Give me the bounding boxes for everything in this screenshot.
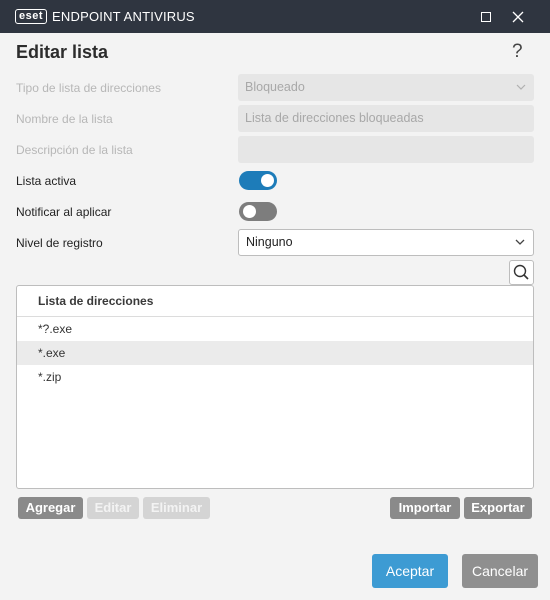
search-button[interactable] bbox=[509, 260, 534, 285]
eset-logo: eset ENDPOINT ANTIVIRUS bbox=[15, 9, 195, 24]
list-description-label: Descripción de la lista bbox=[16, 143, 133, 157]
close-button[interactable] bbox=[502, 0, 534, 33]
page-title: Editar lista bbox=[16, 42, 109, 62]
list-type-select: Bloqueado bbox=[238, 74, 534, 101]
add-button[interactable]: Agregar bbox=[18, 497, 83, 519]
list-item[interactable]: *.exe bbox=[17, 341, 533, 365]
eset-brand: eset bbox=[15, 9, 48, 24]
log-level-label: Nivel de registro bbox=[16, 236, 103, 250]
address-list-header[interactable]: Lista de direcciones bbox=[17, 286, 533, 317]
notify-label: Notificar al aplicar bbox=[16, 205, 112, 219]
active-list-label: Lista activa bbox=[16, 174, 77, 188]
list-name-field: Lista de direcciones bloqueadas bbox=[238, 105, 534, 132]
delete-button[interactable]: Eliminar bbox=[143, 497, 210, 519]
active-list-toggle[interactable] bbox=[239, 171, 277, 190]
export-button[interactable]: Exportar bbox=[464, 497, 532, 519]
maximize-icon bbox=[481, 11, 491, 22]
list-type-label: Tipo de lista de direcciones bbox=[16, 81, 161, 95]
cancel-button[interactable]: Cancelar bbox=[462, 554, 538, 588]
chevron-down-icon bbox=[515, 239, 525, 245]
product-name: ENDPOINT ANTIVIRUS bbox=[52, 9, 195, 24]
import-button[interactable]: Importar bbox=[390, 497, 460, 519]
address-list[interactable]: Lista de direcciones *?.exe *.exe *.zip bbox=[16, 285, 534, 489]
list-item[interactable]: *?.exe bbox=[17, 317, 533, 341]
toggle-knob bbox=[243, 205, 256, 218]
list-item[interactable]: *.zip bbox=[17, 365, 533, 389]
chevron-down-icon bbox=[516, 84, 526, 90]
notify-toggle[interactable] bbox=[239, 202, 277, 221]
list-description-field bbox=[238, 136, 534, 163]
help-icon[interactable]: ? bbox=[512, 41, 523, 63]
list-type-value: Bloqueado bbox=[245, 80, 305, 94]
toggle-knob bbox=[261, 174, 274, 187]
edit-button[interactable]: Editar bbox=[87, 497, 139, 519]
log-level-select[interactable]: Ninguno bbox=[238, 229, 534, 256]
list-name-label: Nombre de la lista bbox=[16, 112, 113, 126]
log-level-value: Ninguno bbox=[246, 235, 293, 249]
title-bar: eset ENDPOINT ANTIVIRUS bbox=[0, 0, 550, 33]
maximize-button[interactable] bbox=[470, 0, 502, 33]
search-icon bbox=[513, 264, 529, 280]
close-icon bbox=[512, 11, 524, 22]
accept-button[interactable]: Aceptar bbox=[372, 554, 448, 588]
